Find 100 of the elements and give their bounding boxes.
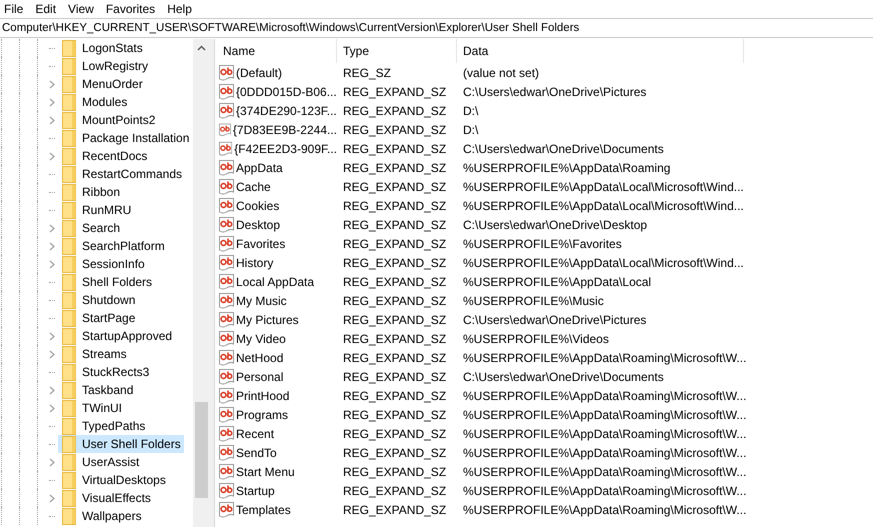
scrollbar[interactable]: [193, 39, 210, 527]
expand-chevron-icon[interactable]: [49, 458, 55, 466]
tree-item[interactable]: StartPage: [58, 309, 138, 327]
tree-item[interactable]: User Shell Folders: [58, 435, 184, 453]
tree-item[interactable]: StuckRects3: [58, 363, 152, 381]
expand-chevron-icon[interactable]: [49, 80, 55, 88]
expand-chevron-icon[interactable]: [49, 242, 55, 250]
expand-chevron-icon[interactable]: [49, 116, 55, 124]
menu-item[interactable]: Edit: [29, 0, 62, 18]
value-data: C:\Users\edwar\OneDrive\Documents: [462, 142, 665, 156]
value-type: REG_EXPAND_SZ: [342, 426, 448, 440]
value-data: D:\: [462, 104, 480, 118]
expand-chevron-icon[interactable]: [49, 224, 55, 232]
folder-icon: [62, 436, 76, 452]
tree-item[interactable]: MenuOrder: [58, 75, 146, 93]
folder-icon: [62, 346, 76, 362]
tree-item[interactable]: Shell Folders: [58, 273, 156, 291]
value-type: REG_EXPAND_SZ: [342, 180, 448, 194]
string-value-icon: [219, 122, 231, 138]
value-name: Start Menu: [236, 464, 295, 478]
string-value-icon: [219, 388, 234, 404]
tree-item[interactable]: TypedPaths: [58, 417, 148, 435]
value-name: My Pictures: [236, 312, 299, 326]
value-name: {374DE290-123F...: [236, 104, 337, 118]
tree-item[interactable]: Modules: [58, 93, 130, 111]
tree-item[interactable]: LowRegistry: [58, 57, 152, 75]
tree-item[interactable]: VirtualDesktops: [58, 471, 169, 489]
value-type: REG_EXPAND_SZ: [342, 198, 448, 212]
tree-item[interactable]: Streams: [58, 345, 130, 363]
string-value-icon: [219, 312, 234, 328]
tree-item[interactable]: StartupApproved: [58, 327, 176, 345]
string-value-icon: [219, 236, 234, 252]
tree-item[interactable]: Package Installation: [58, 129, 192, 147]
value-type: REG_EXPAND_SZ: [342, 104, 448, 118]
value-name: {F42EE2D3-909F...: [234, 142, 337, 156]
expand-chevron-icon[interactable]: [49, 386, 55, 394]
tree-item[interactable]: Shutdown: [58, 291, 138, 309]
tree-item[interactable]: Ribbon: [58, 183, 124, 201]
value-name: AppData: [236, 160, 283, 174]
tree-item[interactable]: SearchPlatform: [58, 237, 168, 255]
string-value-icon: [219, 84, 234, 100]
value-data: C:\Users\edwar\OneDrive\Desktop: [462, 218, 648, 232]
tree-item[interactable]: VisualEffects: [58, 489, 154, 507]
value-name: Desktop: [236, 218, 280, 232]
tree-item[interactable]: RunMRU: [58, 201, 134, 219]
value-data: C:\Users\edwar\OneDrive\Pictures: [462, 84, 648, 98]
column-header[interactable]: Name: [217, 39, 337, 63]
folder-icon: [62, 76, 76, 92]
tree-item[interactable]: Wallpapers: [58, 507, 145, 525]
value-data: %USERPROFILE%\AppData\Roaming\Microsoft\W...: [462, 408, 744, 422]
folder-icon: [62, 508, 76, 524]
value-type: REG_EXPAND_SZ: [342, 332, 448, 346]
value-data: %USERPROFILE%\AppData\Roaming\Microsoft\W...: [462, 350, 744, 364]
address-bar[interactable]: Computer\HKEY_CURRENT_USER\SOFTWARE\Microsoft\Windows\CurrentVersion\Explorer\User Shell Folders: [0, 18, 873, 38]
value-data: D:\: [462, 122, 480, 136]
expand-chevron-icon[interactable]: [49, 98, 55, 106]
folder-icon: [62, 238, 76, 254]
menu-item[interactable]: Help: [161, 0, 198, 18]
column-header[interactable]: Data: [457, 39, 744, 63]
tree-item[interactable]: Search: [58, 219, 124, 237]
string-value-icon: [219, 102, 234, 118]
tree-item[interactable]: RestartCommands: [58, 165, 186, 183]
expand-chevron-icon[interactable]: [49, 152, 55, 160]
column-header[interactable]: Type: [337, 39, 457, 63]
expand-chevron-icon[interactable]: [49, 350, 55, 358]
tree-item[interactable]: TWinUI: [58, 399, 125, 417]
folder-icon: [62, 400, 76, 416]
expand-chevron-icon[interactable]: [49, 494, 55, 502]
tree-item[interactable]: RecentDocs: [58, 147, 150, 165]
expand-chevron-icon[interactable]: [49, 332, 55, 340]
folder-icon: [62, 202, 76, 218]
value-name: {0DDD015D-B06...: [236, 84, 337, 98]
value-name: PrintHood: [236, 388, 290, 402]
value-type: REG_EXPAND_SZ: [342, 350, 448, 364]
tree-item[interactable]: LogonStats: [58, 39, 146, 57]
value-data: %USERPROFILE%\Videos: [462, 332, 610, 346]
tree-item[interactable]: SessionInfo: [58, 255, 148, 273]
value-type: REG_EXPAND_SZ: [342, 84, 448, 98]
expand-chevron-icon[interactable]: [49, 260, 55, 268]
value-name: Favorites: [236, 236, 286, 250]
expand-chevron-icon[interactable]: [49, 404, 55, 412]
value-name: NetHood: [236, 350, 284, 364]
tree-item[interactable]: MountPoints2: [58, 111, 158, 129]
tree-item[interactable]: Taskband: [58, 381, 136, 399]
value-data: %USERPROFILE%\AppData\Roaming: [462, 160, 672, 174]
menu-item[interactable]: File: [2, 0, 30, 18]
value-name: Programs: [236, 408, 288, 422]
scrollbar-thumb[interactable]: [195, 402, 208, 498]
value-data: C:\Users\edwar\OneDrive\Documents: [462, 370, 665, 384]
string-value-icon: [219, 254, 234, 270]
value-data: %USERPROFILE%\AppData\Roaming\Microsoft\W...: [462, 388, 744, 402]
menu-item[interactable]: Favorites: [100, 0, 162, 18]
folder-icon: [62, 166, 76, 182]
value-type: REG_EXPAND_SZ: [342, 464, 448, 478]
string-value-icon: [219, 406, 234, 422]
value-type: REG_EXPAND_SZ: [342, 312, 448, 326]
tree-item[interactable]: UserAssist: [58, 453, 142, 471]
folder-icon: [62, 472, 76, 488]
menu-item[interactable]: View: [62, 0, 100, 18]
value-data: %USERPROFILE%\AppData\Local\Microsoft\Wind...: [462, 180, 744, 194]
